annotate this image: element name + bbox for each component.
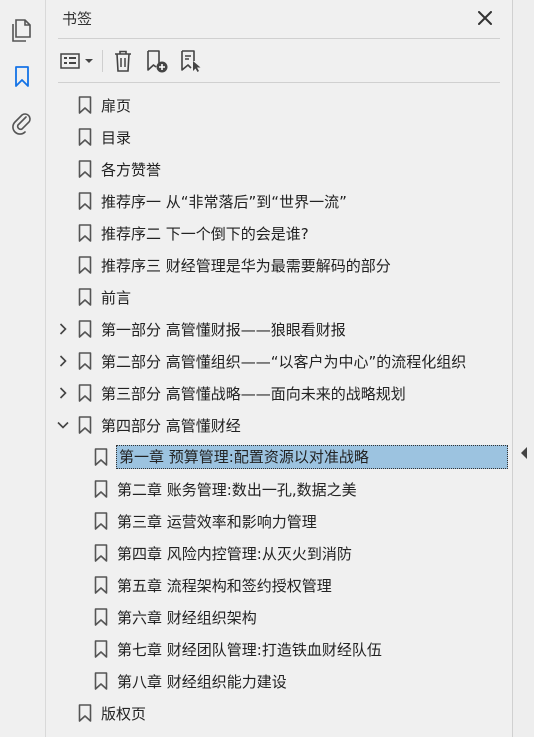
bookmark-icon [78, 128, 92, 146]
bookmarks-panel: 书签 扉页 目录 各方赞誉 推荐序一 从“非常落后”到“世界一流” 推荐序二 下… [46, 0, 512, 737]
bookmark-item[interactable]: 第七章 财经团队管理:打造铁血财经队伍 [46, 633, 512, 665]
bookmark-label: 第五章 流程架构和签约授权管理 [117, 577, 332, 595]
bookmark-item[interactable]: 第二部分 高管懂组织——“以客户为中心”的流程化组织 [46, 345, 512, 377]
bookmark-item[interactable]: 第一部分 高管懂财报——狼眼看财报 [46, 313, 512, 345]
bookmark-icon [78, 352, 92, 370]
bookmark-item[interactable]: 推荐序二 下一个倒下的会是谁? [46, 217, 512, 249]
bookmark-label: 第四章 风险内控管理:从灭火到消防 [117, 545, 352, 563]
bookmark-item[interactable]: 第三章 运营效率和影响力管理 [46, 505, 512, 537]
chevron-down-icon[interactable] [56, 417, 70, 433]
panel-splitter[interactable] [512, 0, 534, 737]
bookmark-label: 扉页 [101, 97, 132, 115]
bookmark-label: 第一部分 高管懂财报——狼眼看财报 [101, 321, 346, 339]
bookmark-label: 第二章 账务管理:数出一孔,数据之美 [117, 481, 357, 499]
bookmark-icon [94, 608, 108, 626]
delete-icon[interactable] [110, 48, 136, 74]
navigation-rail [0, 0, 46, 737]
chevron-right-icon[interactable] [56, 353, 70, 369]
bookmark-icon [94, 512, 108, 530]
bookmark-label: 推荐序一 从“非常落后”到“世界一流” [101, 193, 347, 211]
bookmark-label: 第八章 财经组织能力建设 [117, 673, 287, 691]
bookmark-icon [94, 448, 108, 466]
bookmark-icon [78, 160, 92, 178]
divider [58, 38, 500, 39]
bookmark-item[interactable]: 第八章 财经组织能力建设 [46, 665, 512, 697]
bookmark-item[interactable]: 扉页 [46, 89, 512, 121]
bookmark-label: 第三部分 高管懂战略——面向未来的战略规划 [101, 385, 406, 403]
bookmark-item[interactable]: 第三部分 高管懂战略——面向未来的战略规划 [46, 377, 512, 409]
bookmark-icon [78, 704, 92, 722]
panel-header: 书签 [46, 0, 512, 36]
bookmark-item[interactable]: 第二章 账务管理:数出一孔,数据之美 [46, 473, 512, 505]
bookmark-item[interactable]: 前言 [46, 281, 512, 313]
bookmark-icon [78, 256, 92, 274]
bookmarks-toolbar [46, 44, 512, 78]
bookmark-label: 第三章 运营效率和影响力管理 [117, 513, 317, 531]
bookmark-label: 第四部分 高管懂财经 [101, 417, 241, 435]
bookmark-label: 各方赞誉 [101, 161, 162, 179]
bookmark-label: 目录 [101, 129, 132, 147]
bookmark-label: 推荐序三 财经管理是华为最需要解码的部分 [101, 257, 391, 275]
bookmark-icon [94, 640, 108, 658]
bookmark-item[interactable]: 第六章 财经组织架构 [46, 601, 512, 633]
bookmark-icon [78, 192, 92, 210]
bookmark-icon [78, 96, 92, 114]
bookmark-icon [78, 224, 92, 242]
bookmark-item[interactable]: 第四章 风险内控管理:从灭火到消防 [46, 537, 512, 569]
bookmark-item[interactable]: 各方赞誉 [46, 153, 512, 185]
bookmark-label: 推荐序二 下一个倒下的会是谁? [101, 225, 309, 243]
bookmark-icon [78, 416, 92, 434]
bookmark-item[interactable]: 目录 [46, 121, 512, 153]
bookmark-icon [78, 384, 92, 402]
options-menu-icon[interactable] [60, 48, 96, 74]
chevron-right-icon[interactable] [56, 321, 70, 337]
bookmark-item[interactable]: 推荐序一 从“非常落后”到“世界一流” [46, 185, 512, 217]
bookmark-label: 第一章 预算管理:配置资源以对准战略 [116, 445, 508, 469]
close-icon[interactable] [474, 7, 496, 29]
collapse-left-icon[interactable] [519, 446, 529, 460]
bookmark-item[interactable]: 版权页 [46, 697, 512, 729]
bookmark-label: 第七章 财经团队管理:打造铁血财经队伍 [117, 641, 382, 659]
chevron-right-icon[interactable] [56, 385, 70, 401]
bookmark-icon [78, 320, 92, 338]
bookmark-item[interactable]: 推荐序三 财经管理是华为最需要解码的部分 [46, 249, 512, 281]
bookmark-icon [78, 288, 92, 306]
panel-title: 书签 [62, 10, 93, 28]
divider [58, 82, 500, 83]
bookmark-label: 第六章 财经组织架构 [117, 609, 257, 627]
bookmark-icon[interactable] [9, 64, 35, 90]
bookmark-from-structure-icon[interactable] [178, 48, 204, 74]
bookmark-item-selected[interactable]: 第一章 预算管理:配置资源以对准战略 [46, 441, 512, 473]
bookmark-label: 第二部分 高管懂组织——“以客户为中心”的流程化组织 [101, 353, 467, 371]
bookmark-label: 版权页 [101, 705, 147, 723]
toolbar-separator [102, 50, 103, 72]
bookmark-item[interactable]: 第四部分 高管懂财经 [46, 409, 512, 441]
bookmark-icon [94, 480, 108, 498]
attachment-icon[interactable] [9, 110, 35, 136]
bookmark-item[interactable]: 第五章 流程架构和签约授权管理 [46, 569, 512, 601]
bookmark-icon [94, 544, 108, 562]
pages-icon[interactable] [9, 18, 35, 44]
bookmark-icon [94, 576, 108, 594]
new-bookmark-icon[interactable] [144, 48, 170, 74]
bookmark-label: 前言 [101, 289, 132, 307]
bookmark-icon [94, 672, 108, 690]
